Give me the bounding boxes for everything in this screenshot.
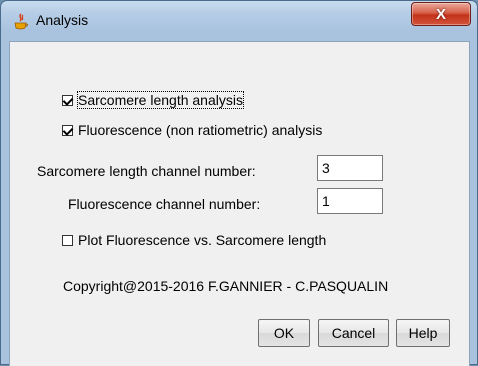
sarcomere-analysis-label: Sarcomere length analysis	[77, 91, 244, 109]
fluorescence-analysis-checkbox[interactable]	[62, 124, 73, 136]
plot-fluorescence-checkbox[interactable]	[62, 234, 73, 246]
close-button[interactable]: X	[411, 2, 471, 26]
java-cup-icon	[12, 13, 30, 31]
fluorescence-analysis-option[interactable]: Fluorescence (non ratiometric) analysis	[62, 122, 322, 138]
ok-button[interactable]: OK	[258, 319, 310, 347]
fluorescence-channel-input[interactable]	[317, 188, 383, 214]
plot-fluorescence-label: Plot Fluorescence vs. Sarcomere length	[78, 232, 327, 248]
copyright-text: Copyright@2015-2016 F.GANNIER - C.PASQUA…	[63, 278, 389, 294]
help-button[interactable]: Help	[396, 319, 450, 347]
sarcomere-channel-input[interactable]	[317, 155, 383, 181]
dialog-content: Sarcomere length analysis Fluorescence (…	[9, 41, 470, 366]
sarcomere-analysis-option[interactable]: Sarcomere length analysis	[62, 91, 244, 109]
sarcomere-channel-label: Sarcomere length channel number:	[37, 163, 256, 179]
window-title: Analysis	[36, 12, 89, 28]
plot-fluorescence-option[interactable]: Plot Fluorescence vs. Sarcomere length	[62, 232, 326, 248]
fluorescence-analysis-label: Fluorescence (non ratiometric) analysis	[78, 122, 323, 138]
analysis-dialog: Analysis X Sarcomere length analysis Flu…	[0, 0, 478, 366]
sarcomere-analysis-checkbox[interactable]	[62, 94, 73, 106]
close-icon: X	[435, 5, 446, 23]
cancel-button[interactable]: Cancel	[318, 319, 389, 347]
fluorescence-channel-label: Fluorescence channel number:	[68, 196, 261, 212]
title-bar[interactable]: Analysis X	[1, 1, 477, 41]
